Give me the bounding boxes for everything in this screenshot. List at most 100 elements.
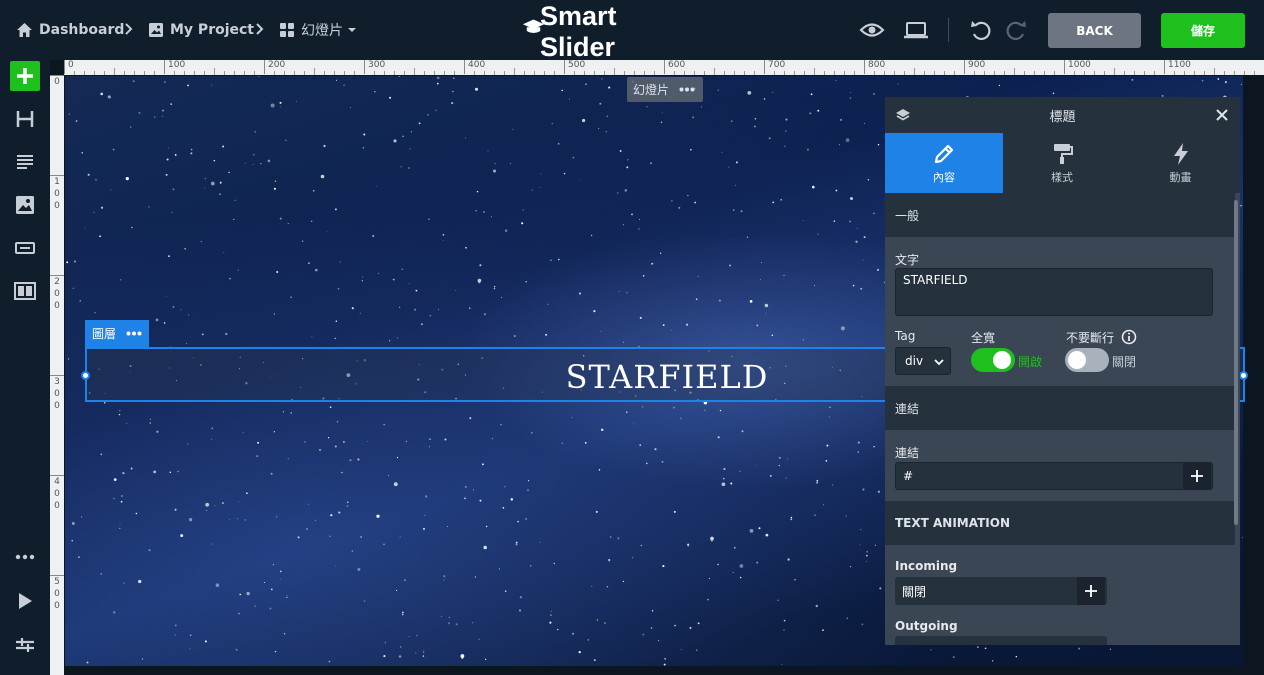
structure-button[interactable] (10, 630, 40, 660)
ruler-minor-tick (904, 71, 905, 75)
image-layer-button[interactable] (10, 190, 40, 220)
ruler-vertical: 0 1 0 0 2 0 0 3 0 0 4 0 0 5 0 0 (50, 75, 64, 675)
ruler-minor-tick (944, 71, 945, 75)
tag-select[interactable]: div (895, 347, 951, 375)
info-icon[interactable] (1121, 329, 1137, 345)
play-button[interactable] (10, 586, 40, 616)
eye-icon[interactable] (859, 17, 885, 43)
plus-icon (1085, 585, 1097, 597)
more-layers-button[interactable] (10, 542, 40, 572)
chevron-right-icon (125, 23, 133, 35)
ruler-minor-tick (724, 71, 725, 75)
button-layer-button[interactable] (10, 233, 40, 263)
panel-scrollbar[interactable] (1234, 200, 1238, 525)
ruler-minor-tick (604, 71, 605, 75)
tab-style[interactable]: 樣式 (1003, 133, 1121, 193)
plus-icon (1191, 470, 1203, 482)
ruler-minor-tick (984, 71, 985, 75)
ruler-minor-tick (1084, 71, 1085, 75)
more-icon[interactable] (126, 331, 142, 336)
ruler-minor-tick (494, 71, 495, 75)
logo: Smart Slider (521, 1, 693, 62)
ruler-minor-tick (434, 71, 435, 75)
incoming-select[interactable]: 關閉 (895, 577, 1107, 605)
incoming-label: Incoming (895, 559, 958, 573)
toggle-knob (1068, 351, 1086, 369)
tab-animation[interactable]: 動畫 (1121, 133, 1240, 193)
text-layer-button[interactable] (10, 147, 40, 177)
ruler-minor-tick (1024, 71, 1025, 75)
save-button[interactable]: 儲存 (1161, 13, 1245, 48)
ruler-minor-tick (854, 71, 855, 75)
text-input[interactable]: STARFIELD (895, 268, 1213, 316)
heading-layer-button[interactable] (10, 104, 40, 134)
ruler-minor-tick (184, 71, 185, 75)
ruler-minor-tick (1094, 71, 1095, 75)
link-add-button[interactable] (1183, 462, 1211, 490)
slide-label[interactable]: 幻燈片 (627, 77, 703, 102)
ruler-minor-tick (534, 71, 535, 75)
ruler-minor-tick (354, 71, 355, 75)
ruler-minor-tick (684, 71, 685, 75)
ruler-tick: 3 0 0 (50, 375, 64, 412)
link-input[interactable]: # (895, 462, 1213, 490)
back-button[interactable]: BACK (1048, 13, 1141, 48)
ruler-minor-tick (174, 71, 175, 75)
more-icon (15, 554, 35, 560)
ruler-minor-tick (124, 71, 125, 75)
fullwidth-toggle[interactable] (971, 348, 1015, 372)
ruler-minor-tick (314, 68, 315, 75)
heading-icon (16, 111, 34, 127)
ruler-minor-tick (154, 71, 155, 75)
ruler-horizontal: 0 100 200 300 400 500 600 700 800 900 1000 1100 (64, 60, 1264, 75)
ruler-minor-tick (634, 71, 635, 75)
ruler-minor-tick (284, 71, 285, 75)
incoming-add-button[interactable] (1077, 577, 1105, 605)
ruler-minor-tick (844, 71, 845, 75)
text-input-value: STARFIELD (903, 273, 968, 287)
ruler-minor-tick (1014, 68, 1015, 75)
ruler-minor-tick (1074, 71, 1075, 75)
nowrap-label-text: 不要斷行 (1066, 331, 1115, 345)
ruler-minor-tick (254, 71, 255, 75)
ruler-minor-tick (704, 71, 705, 75)
chevron-down-icon (934, 359, 944, 366)
breadcrumb-project[interactable]: My Project (148, 19, 254, 41)
ruler-minor-tick (1224, 71, 1225, 75)
ruler-minor-tick (394, 71, 395, 75)
left-toolbar (0, 60, 50, 675)
ruler-minor-tick (834, 71, 835, 75)
resize-handle-right[interactable] (1239, 371, 1248, 380)
add-layer-button[interactable] (10, 61, 40, 91)
ruler-minor-tick (1214, 68, 1215, 75)
ruler-minor-tick (414, 68, 415, 75)
ruler-minor-tick (654, 71, 655, 75)
laptop-icon[interactable] (903, 17, 929, 43)
breadcrumb-slide[interactable]: 幻燈片 (279, 19, 363, 41)
ruler-minor-tick (1174, 71, 1175, 75)
close-icon[interactable] (1216, 109, 1228, 121)
ruler-minor-tick (1004, 71, 1005, 75)
fullwidth-label: 全寬 (971, 331, 996, 345)
ruler-minor-tick (894, 71, 895, 75)
tab-content[interactable]: 內容 (885, 133, 1003, 193)
resize-handle-left[interactable] (81, 371, 90, 380)
nowrap-state: 關閉 (1112, 355, 1137, 369)
columns-layer-button[interactable] (10, 276, 40, 306)
undo-icon[interactable] (969, 17, 993, 43)
more-icon[interactable] (679, 87, 695, 92)
outgoing-select[interactable] (895, 636, 1107, 645)
nowrap-toggle[interactable] (1065, 348, 1109, 372)
ruler-minor-tick (954, 71, 955, 75)
layer-tag[interactable]: 圖層 (85, 320, 149, 347)
link-field-label: 連結 (895, 446, 920, 460)
breadcrumb-dashboard[interactable]: Dashboard (16, 19, 124, 41)
ruler-minor-tick (884, 71, 885, 75)
tab-label: 動畫 (1169, 170, 1192, 184)
ruler-minor-tick (914, 68, 915, 75)
breadcrumb-label: My Project (170, 22, 254, 38)
redo-icon[interactable] (1004, 17, 1028, 43)
ruler-minor-tick (774, 71, 775, 75)
ruler-minor-tick (274, 71, 275, 75)
ruler-minor-tick (974, 71, 975, 75)
